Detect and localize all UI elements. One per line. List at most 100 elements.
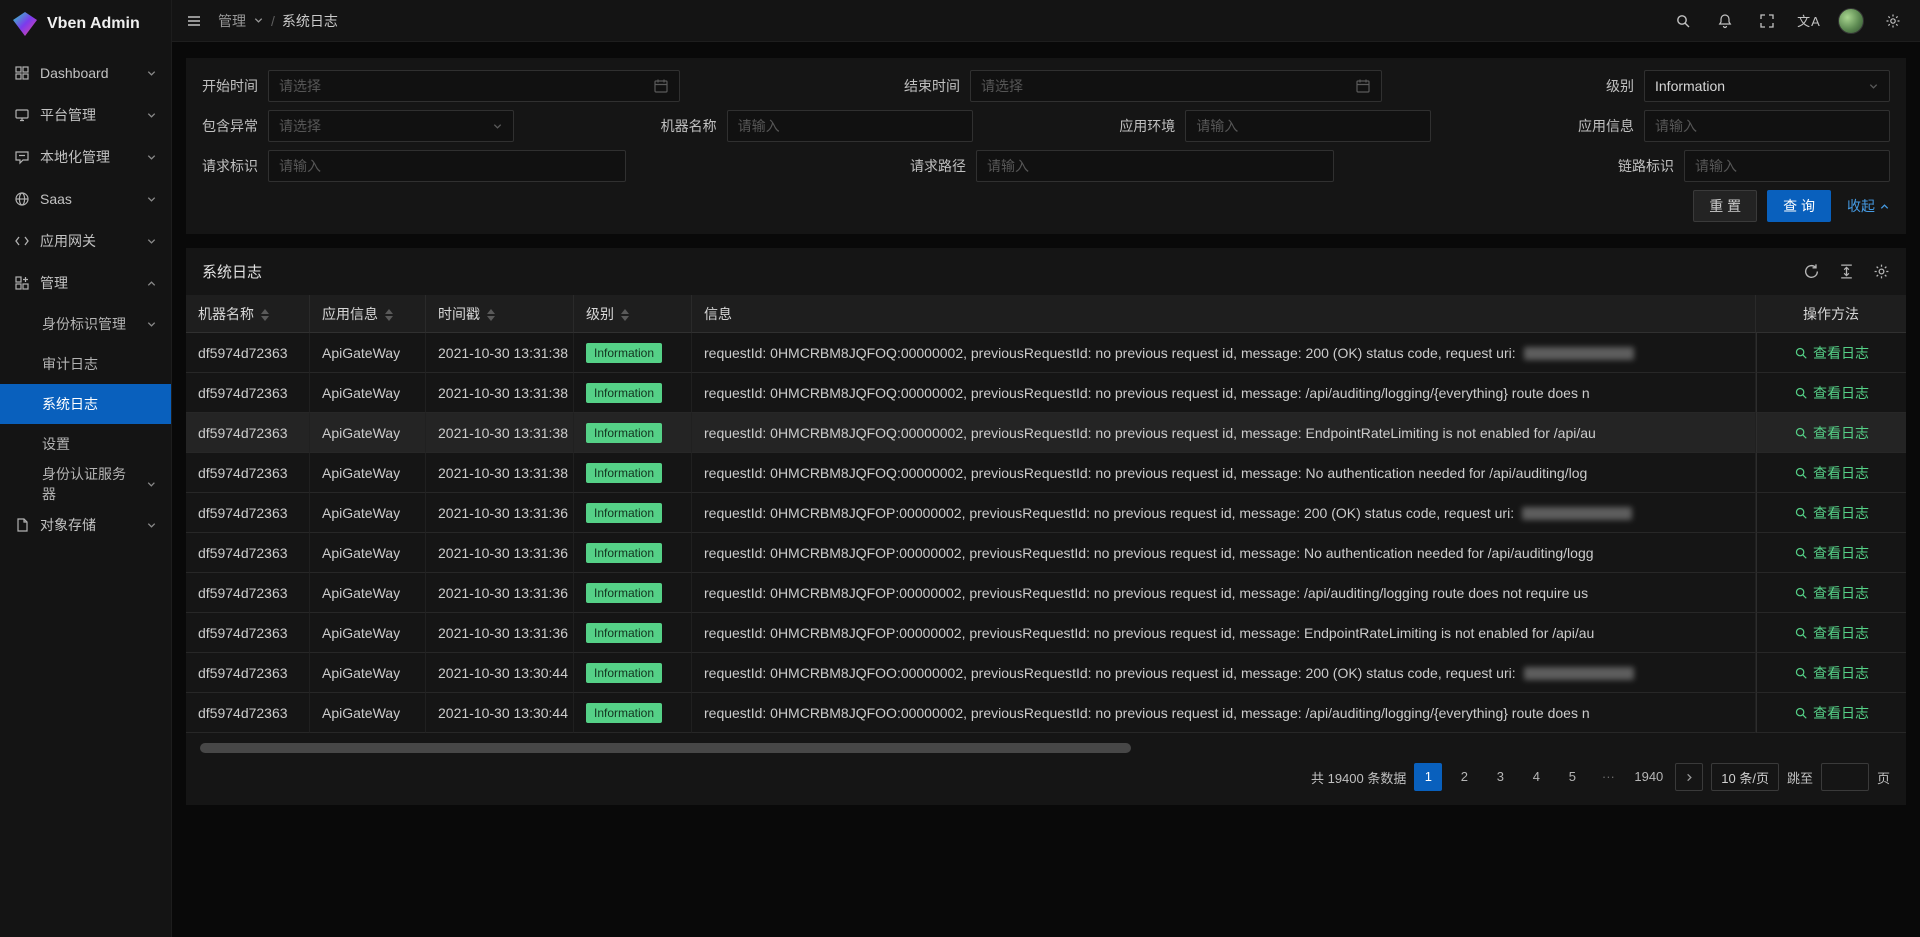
action-cell: 查看日志 bbox=[1756, 653, 1906, 693]
page-size-select[interactable]: 10 条/页 bbox=[1711, 763, 1779, 791]
trace-id-field[interactable] bbox=[1695, 158, 1879, 174]
message-cell: requestId: 0HMCRBM8JQFOP:00000002, previ… bbox=[692, 613, 1756, 653]
user-menu-button[interactable] bbox=[1830, 0, 1872, 42]
search-button[interactable] bbox=[1662, 0, 1704, 42]
col-header-app[interactable]: 应用信息 bbox=[310, 295, 426, 333]
table-row[interactable]: df5974d72363ApiGateWay2021-10-30 13:31:3… bbox=[186, 493, 1906, 533]
col-header-timestamp[interactable]: 时间戳 bbox=[426, 295, 574, 333]
machine-cell: df5974d72363 bbox=[186, 613, 310, 653]
view-log-link[interactable]: 查看日志 bbox=[1794, 383, 1869, 403]
search-icon bbox=[1794, 706, 1808, 720]
view-log-link[interactable]: 查看日志 bbox=[1794, 703, 1869, 723]
exception-select[interactable]: 请选择 bbox=[268, 110, 514, 142]
query-button[interactable]: 查 询 bbox=[1767, 190, 1831, 222]
view-log-link[interactable]: 查看日志 bbox=[1794, 503, 1869, 523]
sidebar-item-settings[interactable]: 设置 bbox=[0, 424, 171, 464]
sidebar-item-dashboard[interactable]: Dashboard bbox=[0, 52, 171, 94]
sidebar-item-gateway[interactable]: 应用网关 bbox=[0, 220, 171, 262]
view-log-link[interactable]: 查看日志 bbox=[1794, 463, 1869, 483]
environment-input[interactable] bbox=[1185, 110, 1431, 142]
app-cell: ApiGateWay bbox=[310, 453, 426, 493]
table-row[interactable]: df5974d72363ApiGateWay2021-10-30 13:31:3… bbox=[186, 573, 1906, 613]
end-time-field[interactable] bbox=[981, 78, 1347, 94]
sidebar-item-platform[interactable]: 平台管理 bbox=[0, 94, 171, 136]
table-row[interactable]: df5974d72363ApiGateWay2021-10-30 13:31:3… bbox=[186, 533, 1906, 573]
machine-field[interactable] bbox=[738, 118, 962, 134]
view-log-link[interactable]: 查看日志 bbox=[1794, 423, 1869, 443]
redacted-blur bbox=[1524, 667, 1634, 680]
table-row[interactable]: df5974d72363ApiGateWay2021-10-30 13:31:3… bbox=[186, 453, 1906, 493]
sidebar-item-auth-server[interactable]: 身份认证服务器 bbox=[0, 464, 171, 504]
start-time-field[interactable] bbox=[279, 78, 645, 94]
app-cell: ApiGateWay bbox=[310, 693, 426, 733]
language-button[interactable]: 文A bbox=[1788, 0, 1830, 42]
page-button[interactable]: 1 bbox=[1414, 763, 1442, 791]
machine-cell: df5974d72363 bbox=[186, 533, 310, 573]
table-row[interactable]: df5974d72363ApiGateWay2021-10-30 13:31:3… bbox=[186, 333, 1906, 373]
exception-placeholder: 请选择 bbox=[279, 116, 484, 136]
view-log-link[interactable]: 查看日志 bbox=[1794, 543, 1869, 563]
notification-button[interactable] bbox=[1704, 0, 1746, 42]
sidebar-item-saas[interactable]: Saas bbox=[0, 178, 171, 220]
request-id-input[interactable] bbox=[268, 150, 626, 182]
sidebar-item-audit-log[interactable]: 审计日志 bbox=[0, 344, 171, 384]
table-row[interactable]: df5974d72363ApiGateWay2021-10-30 13:31:3… bbox=[186, 613, 1906, 653]
fullscreen-button[interactable] bbox=[1746, 0, 1788, 42]
sidebar-item-localization[interactable]: 本地化管理 bbox=[0, 136, 171, 178]
app-logo[interactable]: Vben Admin bbox=[0, 0, 171, 48]
message-cell: requestId: 0HMCRBM8JQFOO:00000002, previ… bbox=[692, 653, 1756, 693]
sidebar-item-system-log[interactable]: 系统日志 bbox=[0, 384, 171, 424]
table-row[interactable]: df5974d72363ApiGateWay2021-10-30 13:30:4… bbox=[186, 653, 1906, 693]
view-log-link[interactable]: 查看日志 bbox=[1794, 663, 1869, 683]
request-path-input[interactable] bbox=[976, 150, 1334, 182]
table-header-row: 机器名称 应用信息 时间戳 级别 信息 操作方法 bbox=[186, 295, 1906, 333]
page-button[interactable]: 3 bbox=[1486, 763, 1514, 791]
table-row[interactable]: df5974d72363ApiGateWay2021-10-30 13:31:3… bbox=[186, 413, 1906, 453]
sidebar-item-manage[interactable]: 管理 bbox=[0, 262, 171, 304]
col-header-machine[interactable]: 机器名称 bbox=[186, 295, 310, 333]
next-page-button[interactable] bbox=[1675, 763, 1703, 791]
settings-drawer-button[interactable] bbox=[1872, 0, 1914, 42]
request-path-field[interactable] bbox=[987, 158, 1323, 174]
app-info-input[interactable] bbox=[1644, 110, 1890, 142]
level-select[interactable]: Information bbox=[1644, 70, 1890, 102]
timestamp-cell: 2021-10-30 13:31:36 bbox=[426, 613, 574, 653]
timestamp-cell: 2021-10-30 13:31:36 bbox=[426, 573, 574, 613]
menu-fold-button[interactable] bbox=[186, 0, 202, 42]
storage-icon bbox=[14, 517, 30, 533]
chevron-down-icon bbox=[146, 479, 157, 490]
trace-id-input[interactable] bbox=[1684, 150, 1890, 182]
refresh-button[interactable] bbox=[1803, 263, 1820, 280]
jump-page-input[interactable] bbox=[1821, 763, 1869, 791]
row-height-button[interactable] bbox=[1838, 263, 1855, 280]
reset-button[interactable]: 重 置 bbox=[1693, 190, 1757, 222]
jump-to-label: 跳至 bbox=[1787, 768, 1813, 787]
machine-input[interactable] bbox=[727, 110, 973, 142]
start-time-input[interactable] bbox=[268, 70, 680, 102]
app-info-field[interactable] bbox=[1655, 118, 1879, 134]
level-cell: Information bbox=[574, 333, 692, 373]
column-settings-button[interactable] bbox=[1873, 263, 1890, 280]
page-button[interactable]: 5 bbox=[1558, 763, 1586, 791]
machine-cell: df5974d72363 bbox=[186, 373, 310, 413]
page-button[interactable]: 2 bbox=[1450, 763, 1478, 791]
breadcrumb-root[interactable]: 管理 bbox=[218, 11, 246, 31]
collapse-link[interactable]: 收起 bbox=[1847, 196, 1890, 216]
view-log-link[interactable]: 查看日志 bbox=[1794, 343, 1869, 363]
sidebar-item-object-storage[interactable]: 对象存储 bbox=[0, 504, 171, 546]
end-time-input[interactable] bbox=[970, 70, 1382, 102]
view-log-link[interactable]: 查看日志 bbox=[1794, 623, 1869, 643]
sidebar-item-identity-management[interactable]: 身份标识管理 bbox=[0, 304, 171, 344]
page-button[interactable]: 1940 bbox=[1630, 763, 1667, 791]
environment-field[interactable] bbox=[1196, 118, 1420, 134]
environment-label: 应用环境 bbox=[1119, 116, 1175, 136]
table-row[interactable]: df5974d72363ApiGateWay2021-10-30 13:31:3… bbox=[186, 373, 1906, 413]
scrollbar-thumb[interactable] bbox=[200, 743, 1131, 753]
view-log-link[interactable]: 查看日志 bbox=[1794, 583, 1869, 603]
col-header-level[interactable]: 级别 bbox=[574, 295, 692, 333]
sidebar-item-label: 本地化管理 bbox=[40, 147, 110, 167]
page-button[interactable]: 4 bbox=[1522, 763, 1550, 791]
horizontal-scrollbar[interactable] bbox=[200, 743, 1892, 753]
table-row[interactable]: df5974d72363ApiGateWay2021-10-30 13:30:4… bbox=[186, 693, 1906, 733]
request-id-field[interactable] bbox=[279, 158, 615, 174]
